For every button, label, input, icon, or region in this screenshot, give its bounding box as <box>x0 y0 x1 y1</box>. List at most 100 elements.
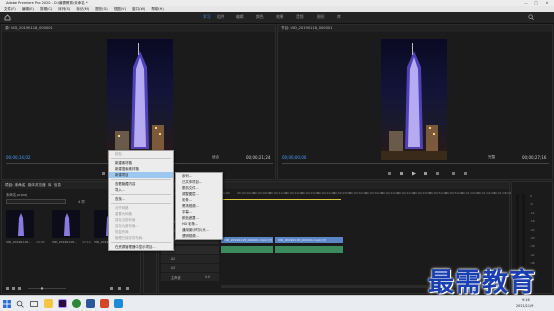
program-transport-controls <box>282 171 549 176</box>
tab-libraries[interactable]: 库 <box>48 183 52 187</box>
master-volume[interactable]: 0.0 <box>205 275 210 279</box>
source-building-image <box>107 43 173 160</box>
menu-item-paste[interactable]: 粘贴 <box>109 151 173 157</box>
meter-tick: -12 <box>530 210 535 215</box>
workspace-tab-graphics[interactable]: 图形 <box>317 14 325 20</box>
menu-file[interactable]: 文件(F) <box>4 7 16 11</box>
thumb-2-meta: 12:14 <box>82 240 91 244</box>
submenu-item-transparent-video[interactable]: 透明视频... <box>176 233 222 239</box>
watermark-logo: 最需教育 <box>428 268 537 298</box>
search-icon[interactable] <box>528 14 534 21</box>
windows-start-icon[interactable] <box>3 300 11 308</box>
word-icon[interactable] <box>86 299 95 308</box>
track-label-a3: A3 <box>171 266 176 270</box>
meter-tick: -24 <box>530 227 535 232</box>
project-footer-icons[interactable] <box>6 286 136 291</box>
menu-separator <box>111 203 171 204</box>
workspace-tab-learn[interactable]: 学习 <box>203 14 211 20</box>
source-timecode-duration: 00;00;21;24 <box>246 155 271 160</box>
menu-separator <box>111 194 171 195</box>
meter-tick: 0 <box>530 194 532 198</box>
file-explorer-icon[interactable] <box>44 299 53 308</box>
project-item-count: 4 项 <box>78 200 85 204</box>
window-title: Adobe Premiere Pro 2020 - D:\最需教育\未命名 * <box>6 1 88 5</box>
workspace-tab-audio[interactable]: 音频 <box>296 14 304 20</box>
program-transport-icons[interactable] <box>282 171 549 176</box>
source-monitor-title: 源: VID_20190118_000001 <box>2 25 275 32</box>
tab-media-browser[interactable]: 媒体浏览器 <box>28 183 46 187</box>
menu-separator <box>111 179 171 180</box>
track-header-a3[interactable]: A3 <box>161 264 219 272</box>
search-icon[interactable] <box>16 300 24 308</box>
thumb-1-image <box>18 213 24 236</box>
meter-tick: -6 <box>530 202 533 207</box>
program-video-frame <box>381 39 447 160</box>
menu-graphics[interactable]: 图形(G) <box>95 7 107 11</box>
menu-edit[interactable]: 编辑(E) <box>22 7 34 11</box>
track-label-a2: A2 <box>171 257 176 261</box>
menu-sequence[interactable]: 序列(S) <box>58 7 70 11</box>
taskbar: 9:16 2021/11/9 <box>0 295 554 311</box>
tab-project[interactable]: 项目: 未命名 <box>5 183 25 187</box>
program-scrub-bar[interactable] <box>282 163 549 164</box>
program-monitor-title: 节目: VID_20190118_000001 <box>278 25 552 32</box>
menu-window[interactable]: 窗口(W) <box>132 7 145 11</box>
menu-item-new-item[interactable]: 新建项目 <box>109 172 173 178</box>
timeline-ruler[interactable]: 00;00 00;00;04;00 00;00;08;00 00;00;12;0… <box>221 191 511 196</box>
meter-tick: -18 <box>530 219 535 224</box>
thumb-1-label: VID_20190118... <box>6 240 31 244</box>
menu-view[interactable]: 视图(V) <box>114 7 126 11</box>
app-icon[interactable] <box>114 299 123 308</box>
context-menu: 粘贴 新建素材箱 新建搜索素材箱 新建项目 查看隐藏内容 导入... 查找...… <box>108 150 174 251</box>
thumb-1-meta: 14:02 <box>36 240 45 244</box>
menu-separator <box>111 242 171 243</box>
menu-item-manage-layouts[interactable]: 管理已保存的布局... <box>109 235 173 241</box>
menu-item-import[interactable]: 导入... <box>109 187 173 193</box>
meter-tick: -36 <box>530 244 535 249</box>
app-icon[interactable] <box>100 299 109 308</box>
program-timecode[interactable]: 00;00;00;00 <box>282 155 306 160</box>
new-item-submenu: 序列... 已共享项目... 脱机文件... 调整图层... 彩条... 黑场视… <box>175 172 223 240</box>
project-thumb-2[interactable] <box>52 210 80 238</box>
meter-tick: -30 <box>530 236 535 241</box>
project-thumb-1[interactable] <box>6 210 34 238</box>
home-icon[interactable] <box>4 14 11 21</box>
video-clip-1[interactable]: VID_20190118_000001.mp4 [V] <box>221 237 273 243</box>
program-building-image <box>381 43 447 160</box>
track-header-master[interactable]: 主声道 0.0 <box>161 273 219 281</box>
source-timecode-in[interactable]: 00;00;14;02 <box>6 155 30 160</box>
menu-clip[interactable]: 剪辑(C) <box>40 7 52 11</box>
workspace-tab-color[interactable]: 颜色 <box>256 14 264 20</box>
menu-item-reveal-in-explorer[interactable]: 在资源管理器中显示项目... <box>109 244 173 250</box>
project-search-input[interactable] <box>6 199 66 204</box>
chrome-icon[interactable] <box>72 299 81 308</box>
track-header-a2[interactable]: A2 <box>161 255 219 263</box>
menu-item-find[interactable]: 查找... <box>109 196 173 202</box>
menu-marker[interactable]: 标记(M) <box>76 7 89 11</box>
thumb-2-image <box>64 213 70 236</box>
source-fit-select[interactable]: 适合 <box>212 155 219 160</box>
project-footer-tools <box>6 286 136 291</box>
thumb-2-label: VID_20190118... <box>52 240 77 244</box>
project-path: 未命名.prproj <box>6 193 28 197</box>
ruler-label: 00;01;08;02 <box>493 191 512 195</box>
workspace-tab-editing[interactable]: 编辑 <box>236 14 244 20</box>
audio-clip-1[interactable] <box>221 246 273 253</box>
program-fit-select[interactable]: 完整 <box>488 155 495 160</box>
audio-clip-2[interactable] <box>275 246 343 253</box>
premiere-pro-icon[interactable] <box>58 299 67 308</box>
workspace-tab-libraries[interactable]: 库 <box>337 14 341 20</box>
meter-tick: -42 <box>530 252 535 257</box>
track-label-master: 主声道 <box>171 276 181 280</box>
source-video-frame <box>107 39 173 160</box>
video-clip-2[interactable]: VID_20190118_000001.mp4 [V] <box>275 237 343 243</box>
menu-help[interactable]: 帮助(H) <box>151 7 163 11</box>
taskbar-clock-date[interactable]: 2021/11/9 <box>516 304 533 308</box>
workspace-tab-effects[interactable]: 效果 <box>276 14 284 20</box>
workspace-tab-assembly[interactable]: 组件 <box>217 14 225 20</box>
tab-info[interactable]: 信息 <box>54 183 61 187</box>
task-view-icon[interactable] <box>30 300 38 308</box>
program-duration: 00;00;27;16 <box>522 155 547 160</box>
work-area-bar[interactable] <box>221 199 341 200</box>
taskbar-clock-time[interactable]: 9:16 <box>522 298 530 302</box>
